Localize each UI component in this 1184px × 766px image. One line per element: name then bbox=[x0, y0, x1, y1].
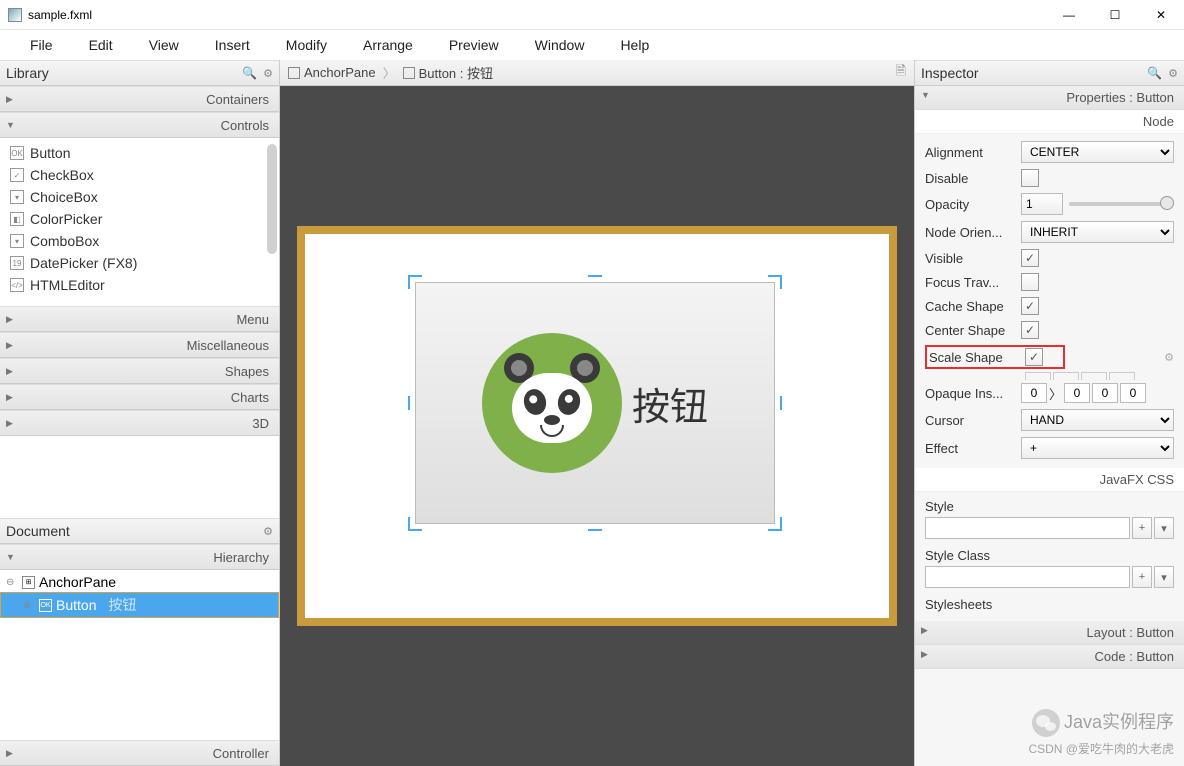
chevron-right-icon: 〉 bbox=[383, 63, 396, 82]
library-title: Library bbox=[6, 65, 49, 81]
button-icon bbox=[403, 67, 415, 79]
close-button[interactable]: ✕ bbox=[1138, 0, 1184, 30]
menu-modify[interactable]: Modify bbox=[268, 33, 345, 57]
menu-edit[interactable]: Edit bbox=[71, 33, 131, 57]
document-header: Document ⚙ bbox=[0, 518, 279, 544]
library-section-controls[interactable]: ▼Controls bbox=[0, 112, 279, 138]
library-item-datepicker[interactable]: 19DatePicker (FX8) bbox=[0, 252, 279, 274]
menubar: File Edit View Insert Modify Arrange Pre… bbox=[0, 30, 1184, 60]
window-title: sample.fxml bbox=[28, 8, 1046, 22]
add-button[interactable]: + bbox=[1132, 517, 1152, 539]
library-section-charts[interactable]: ▶Charts bbox=[0, 384, 279, 410]
cacheshape-checkbox[interactable]: ✓ bbox=[1021, 297, 1039, 315]
library-section-shapes[interactable]: ▶Shapes bbox=[0, 358, 279, 384]
resize-handle[interactable] bbox=[768, 517, 782, 531]
visible-checkbox[interactable]: ✓ bbox=[1021, 249, 1039, 267]
canvas[interactable]: 按钮 bbox=[280, 86, 914, 766]
library-header: Library 🔍 ⚙ bbox=[0, 60, 279, 86]
menu-insert[interactable]: Insert bbox=[197, 33, 268, 57]
library-item-choicebox[interactable]: ▾ChoiceBox bbox=[0, 186, 279, 208]
menu-arrange[interactable]: Arrange bbox=[345, 33, 431, 57]
library-section-3d[interactable]: ▶3D bbox=[0, 410, 279, 436]
opacity-slider[interactable] bbox=[1069, 202, 1174, 206]
search-icon[interactable]: 🔍 bbox=[242, 66, 257, 80]
styleclass-input[interactable] bbox=[925, 566, 1130, 588]
nodeorient-select[interactable]: INHERIT bbox=[1021, 221, 1174, 243]
inset-input[interactable] bbox=[1064, 383, 1090, 403]
inspector-section-properties[interactable]: ▼Properties : Button bbox=[915, 86, 1184, 110]
minimize-button[interactable]: — bbox=[1046, 0, 1092, 30]
gear-icon[interactable]: ⚙ bbox=[263, 67, 273, 80]
library-item-colorpicker[interactable]: ◧ColorPicker bbox=[0, 208, 279, 230]
resize-handle[interactable] bbox=[768, 275, 782, 289]
alignment-select[interactable]: CENTER bbox=[1021, 141, 1174, 163]
inspector-category-node: Node bbox=[915, 110, 1184, 134]
inset-input[interactable] bbox=[1021, 383, 1047, 403]
document-section-controller[interactable]: ▶Controller bbox=[0, 740, 279, 766]
button-text: 按钮 bbox=[632, 376, 708, 431]
breadcrumb: AnchorPane 〉 Button : 按钮 🗎 bbox=[280, 60, 914, 86]
hierarchy-item-button[interactable]: ⊕OKButton 按钮 bbox=[0, 592, 279, 618]
inspector-title: Inspector bbox=[921, 65, 979, 81]
gear-icon[interactable]: ⚙ bbox=[1164, 351, 1174, 364]
menu-help[interactable]: Help bbox=[602, 33, 667, 57]
opacity-input[interactable] bbox=[1021, 193, 1063, 215]
gear-icon[interactable]: ⚙ bbox=[1168, 67, 1178, 80]
scaleshape-checkbox[interactable]: ✓ bbox=[1025, 348, 1043, 366]
breadcrumb-child[interactable]: Button : 按钮 bbox=[419, 63, 493, 82]
breadcrumb-root[interactable]: AnchorPane bbox=[304, 65, 376, 80]
library-item-button[interactable]: OKButton bbox=[0, 142, 279, 164]
resize-handle[interactable] bbox=[588, 275, 602, 289]
gear-icon[interactable]: ⚙ bbox=[263, 525, 273, 538]
menu-preview[interactable]: Preview bbox=[431, 33, 517, 57]
library-section-misc[interactable]: ▶Miscellaneous bbox=[0, 332, 279, 358]
app-icon bbox=[8, 8, 22, 22]
menu-window[interactable]: Window bbox=[517, 33, 603, 57]
inspector-section-layout[interactable]: ▶Layout : Button bbox=[915, 621, 1184, 645]
dropdown-button[interactable]: ▾ bbox=[1154, 517, 1174, 539]
focustrav-checkbox[interactable] bbox=[1021, 273, 1039, 291]
document-title: Document bbox=[6, 523, 70, 539]
library-item-combobox[interactable]: ▾ComboBox bbox=[0, 230, 279, 252]
library-item-checkbox[interactable]: ✓CheckBox bbox=[0, 164, 279, 186]
effect-select[interactable]: + bbox=[1021, 437, 1174, 459]
inset-input[interactable] bbox=[1120, 383, 1146, 403]
document-section-hierarchy[interactable]: ▼Hierarchy bbox=[0, 544, 279, 570]
resize-handle[interactable] bbox=[768, 396, 782, 410]
cursor-select[interactable]: HAND bbox=[1021, 409, 1174, 431]
resize-handle[interactable] bbox=[408, 275, 422, 289]
maximize-button[interactable]: ☐ bbox=[1092, 0, 1138, 30]
document-icon[interactable]: 🗎 bbox=[896, 62, 906, 84]
disable-checkbox[interactable] bbox=[1021, 169, 1039, 187]
library-scrollbar[interactable] bbox=[267, 144, 277, 254]
inspector-category-css: JavaFX CSS bbox=[915, 468, 1184, 492]
dropdown-button[interactable]: ▾ bbox=[1154, 566, 1174, 588]
inspector-section-code[interactable]: ▶Code : Button bbox=[915, 645, 1184, 669]
anchorpane-icon bbox=[288, 67, 300, 79]
resize-handle[interactable] bbox=[408, 396, 422, 410]
hierarchy-item-anchorpane[interactable]: ⊖⊞AnchorPane bbox=[0, 572, 279, 592]
style-input[interactable] bbox=[925, 517, 1130, 539]
centershape-checkbox[interactable]: ✓ bbox=[1021, 321, 1039, 339]
menu-view[interactable]: View bbox=[131, 33, 197, 57]
search-icon[interactable]: 🔍 bbox=[1147, 66, 1162, 80]
button-widget[interactable]: 按钮 bbox=[415, 282, 775, 524]
menu-file[interactable]: File bbox=[12, 33, 71, 57]
inset-input[interactable] bbox=[1092, 383, 1118, 403]
library-item-htmleditor[interactable]: </>HTMLEditor bbox=[0, 274, 279, 296]
library-section-menu[interactable]: ▶Menu bbox=[0, 306, 279, 332]
resize-handle[interactable] bbox=[408, 517, 422, 531]
library-section-containers[interactable]: ▶Containers bbox=[0, 86, 279, 112]
panda-icon bbox=[482, 333, 622, 473]
add-button[interactable]: + bbox=[1132, 566, 1152, 588]
inspector-header: Inspector 🔍 ⚙ bbox=[915, 60, 1184, 86]
stage[interactable]: 按钮 bbox=[297, 226, 897, 626]
resize-handle[interactable] bbox=[588, 517, 602, 531]
